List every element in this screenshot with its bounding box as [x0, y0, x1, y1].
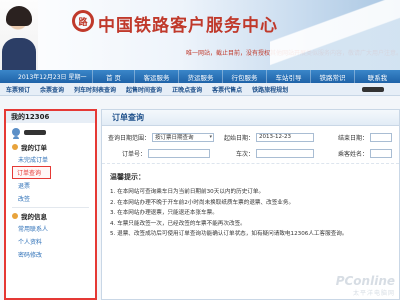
section-my-info-label: 我的信息	[21, 213, 47, 221]
sidebar-item-change-ticket[interactable]: 改签	[6, 192, 95, 205]
query-form: 查询日期范围： 按订票日期查询 起始日期： 2013-12-23 结束日期： 订…	[102, 126, 399, 164]
redacted-user-name	[24, 129, 46, 135]
end-date-label: 结束日期：	[338, 134, 369, 142]
nav-freight-service[interactable]: 货运服务	[178, 70, 222, 83]
sidebar: 我的12306 我的订单 未完成订单 订单查询 退票 改签 我的信息 常用联系人…	[4, 109, 97, 300]
subnav-remaining-tickets[interactable]: 余票查询	[40, 85, 64, 94]
site-title: 中国铁路客户服务中心	[98, 16, 278, 36]
subnav-agencies[interactable]: 客票代售点	[212, 85, 242, 94]
sidebar-item-unfinished-orders[interactable]: 未完成订单	[6, 153, 95, 166]
train-number-label: 车次：	[236, 150, 255, 158]
sidebar-item-contacts[interactable]: 常用联系人	[6, 222, 95, 235]
passenger-name-label: 乘客姓名：	[338, 150, 369, 158]
nav-luggage-service[interactable]: 行包服务	[222, 70, 266, 83]
redacted-username	[362, 86, 384, 92]
nav-station-guide[interactable]: 车站引导	[266, 70, 310, 83]
sub-nav: 车票预订 余票查询 列车时刻表查询 起售时间查询 正晚点查询 客票代售点 铁路旅…	[0, 83, 400, 96]
railway-logo-icon: 路	[72, 10, 94, 32]
end-date-input[interactable]	[370, 132, 393, 142]
sidebar-title: 我的12306	[6, 111, 95, 123]
nav-railway-knowledge[interactable]: 铁路常识	[310, 70, 354, 83]
tip-item: 4. 车票只能改签一次，已经改签的车票不能再次改签。	[110, 220, 246, 227]
subnav-delay-query[interactable]: 正晚点查询	[172, 85, 202, 94]
query-date-range-select[interactable]: 按订票日期查询	[152, 132, 215, 142]
watermark-text: 太平洋电脑网	[352, 290, 395, 297]
subnav-ticket-booking[interactable]: 车票预订	[6, 85, 30, 94]
sidebar-item-profile[interactable]: 个人资料	[6, 235, 95, 248]
watermark: PConline 太平洋电脑网	[336, 274, 395, 297]
panel-title: 订单查询	[102, 110, 399, 126]
start-date-value: 2013-12-23	[259, 134, 291, 140]
train-number-field: 车次：	[236, 148, 315, 158]
tip-item: 2. 在本网站办理不晚于开车前2小时尚未换取纸质车票的退票、改签业务。	[110, 199, 295, 206]
content-area: 我的12306 我的订单 未完成订单 订单查询 退票 改签 我的信息 常用联系人…	[0, 96, 400, 300]
subnav-trip-planner[interactable]: 铁路旅程规划	[252, 85, 288, 94]
nav-contact[interactable]: 联系我	[354, 70, 400, 83]
train-image	[270, 0, 400, 70]
header-banner: 路 中国铁路客户服务中心 唯一网站，截止目前，没有授权其他网站开展类似服务内容，…	[0, 0, 400, 70]
order-number-field: 订单号：	[122, 148, 211, 158]
agent-hair-shape	[6, 6, 32, 26]
section-my-orders: 我的订单	[6, 141, 95, 153]
section-my-orders-label: 我的订单	[21, 144, 47, 152]
agent-body-shape	[2, 38, 36, 70]
query-date-range-value: 按订票日期查询	[155, 135, 194, 141]
sidebar-item-order-query[interactable]: 订单查询	[12, 166, 51, 179]
sidebar-divider	[12, 207, 89, 208]
watermark-logo: PConline	[335, 274, 395, 288]
section-my-info: 我的信息	[6, 210, 95, 222]
railway-logo-glyph: 路	[78, 17, 88, 28]
order-icon	[12, 144, 18, 150]
tips-title: 温馨提示：	[110, 173, 145, 181]
order-query-panel: 订单查询 查询日期范围： 按订票日期查询 起始日期： 2013-12-23 结束…	[101, 109, 400, 300]
service-agent-image	[0, 0, 38, 70]
tip-item: 5. 退票、改签成功后可使用订单查询功能确认订单状态，如有疑问请致电12306人…	[110, 231, 348, 237]
info-icon	[12, 213, 18, 219]
user-avatar-icon	[12, 128, 20, 139]
order-number-label: 订单号：	[122, 150, 147, 158]
query-date-range-field: 查询日期范围： 按订票日期查询	[108, 132, 215, 142]
subnav-timetable[interactable]: 列车时刻表查询	[74, 85, 116, 94]
main-nav: 2013年12月23日 星期一 首 页 客运服务 货运服务 行包服务 车站引导 …	[0, 70, 400, 83]
start-date-input[interactable]: 2013-12-23	[256, 132, 315, 142]
start-date-field: 起始日期： 2013-12-23	[224, 132, 315, 142]
train-number-input[interactable]	[256, 148, 315, 158]
nav-passenger-service[interactable]: 客运服务	[134, 70, 178, 83]
sidebar-item-refund[interactable]: 退票	[6, 179, 95, 192]
query-date-range-label: 查询日期范围：	[108, 134, 151, 142]
order-number-input[interactable]	[148, 148, 211, 158]
passenger-name-input[interactable]	[370, 148, 393, 158]
current-date: 2013年12月23日 星期一	[18, 74, 87, 81]
start-date-label: 起始日期：	[224, 134, 255, 142]
tip-item: 3. 在本网站办理退票，只能退还本张车票。	[110, 210, 218, 216]
end-date-field: 结束日期：	[338, 132, 393, 142]
tip-item: 1. 在本网站可查询乘车日为当前日期前30天以内的历史订单。	[110, 189, 265, 195]
passenger-name-field: 乘客姓名：	[338, 148, 393, 158]
sidebar-item-password[interactable]: 密码修改	[6, 248, 95, 261]
subnav-sale-time[interactable]: 起售时间查询	[126, 85, 162, 94]
user-row	[6, 123, 95, 141]
tips-section: 温馨提示： 1. 在本网站可查询乘车日为当前日期前30天以内的历史订单。 2. …	[102, 164, 399, 240]
nav-home[interactable]: 首 页	[92, 70, 134, 83]
